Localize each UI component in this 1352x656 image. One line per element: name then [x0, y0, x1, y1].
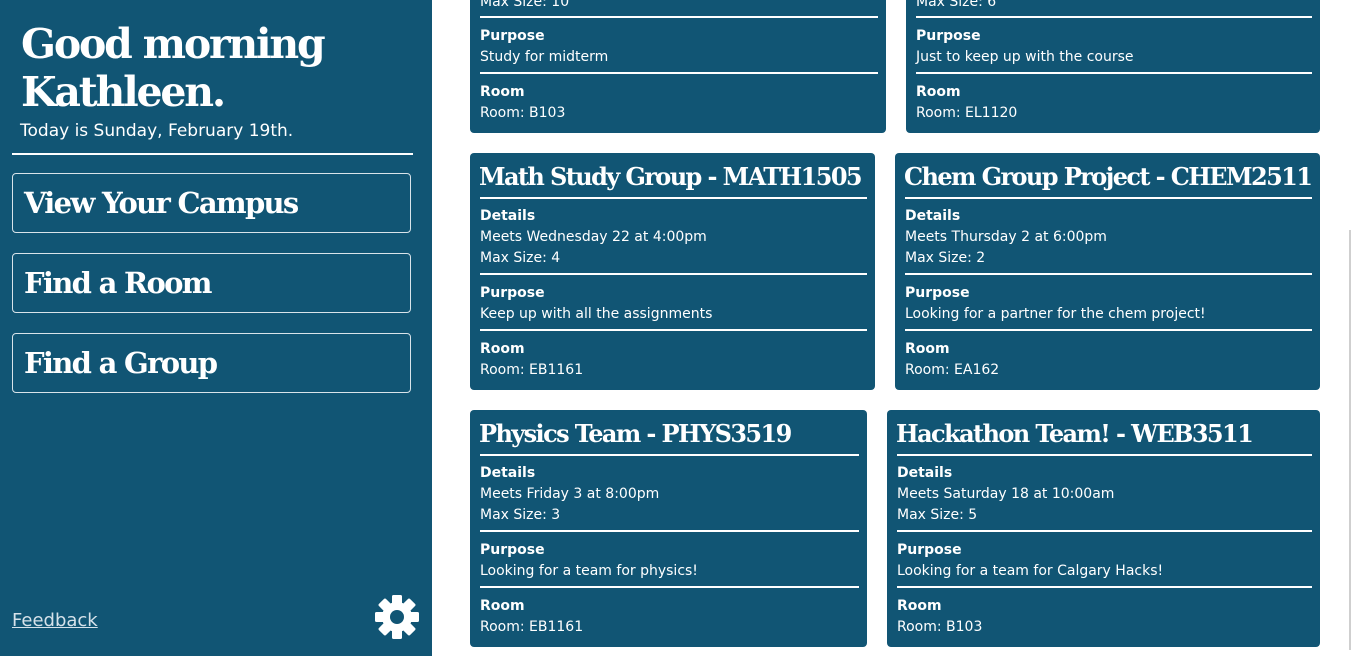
- room-label: Room: [480, 598, 525, 614]
- purpose-label: Purpose: [916, 28, 981, 44]
- card-divider: [905, 273, 1312, 275]
- card-divider: [897, 586, 1312, 588]
- card-max-size: Max Size: 2: [905, 250, 986, 266]
- room-label: Room: [905, 341, 950, 357]
- purpose-label: Purpose: [480, 285, 545, 301]
- card-max-size: Max Size: 6: [916, 0, 997, 10]
- card-purpose: Keep up with all the assignments: [480, 306, 713, 322]
- card-divider: [897, 530, 1312, 532]
- card-meets: Meets Saturday 18 at 10:00am: [897, 486, 1115, 502]
- card-divider: [480, 530, 859, 532]
- card-divider: [480, 197, 867, 199]
- view-campus-label: View Your Campus: [24, 186, 299, 220]
- card-divider: [916, 72, 1312, 74]
- group-card[interactable]: Max Size: 10 Purpose Study for midterm R…: [470, 0, 886, 133]
- card-room: Room: EB1161: [480, 362, 584, 378]
- find-group-button[interactable]: Find a Group: [12, 333, 411, 393]
- purpose-label: Purpose: [480, 542, 545, 558]
- group-card-math[interactable]: Math Study Group - MATH1505 Details Meet…: [470, 153, 875, 390]
- room-label: Room: [916, 84, 961, 100]
- card-divider: [897, 454, 1312, 456]
- details-label: Details: [905, 208, 961, 224]
- scrollbar-thumb[interactable]: [1349, 230, 1351, 650]
- details-label: Details: [480, 465, 536, 481]
- purpose-label: Purpose: [897, 542, 962, 558]
- card-divider: [480, 586, 859, 588]
- purpose-label: Purpose: [480, 28, 545, 44]
- sidebar: Good morning Kathleen. Today is Sunday, …: [0, 0, 432, 656]
- card-purpose: Looking for a team for Calgary Hacks!: [897, 563, 1164, 579]
- group-card[interactable]: Max Size: 6 Purpose Just to keep up with…: [906, 0, 1320, 133]
- room-label: Room: [897, 598, 942, 614]
- group-card-physics[interactable]: Physics Team - PHYS3519 Details Meets Fr…: [470, 410, 867, 647]
- card-room: Room: EA162: [905, 362, 1000, 378]
- card-room: Room: B103: [480, 105, 566, 121]
- card-purpose: Looking for a partner for the chem proje…: [905, 306, 1206, 322]
- greeting-heading: Good morning Kathleen.: [21, 20, 326, 116]
- group-card-hackathon[interactable]: Hackathon Team! - WEB3511 Details Meets …: [887, 410, 1320, 647]
- view-campus-button[interactable]: View Your Campus: [12, 173, 411, 233]
- purpose-label: Purpose: [905, 285, 970, 301]
- card-meets: Meets Friday 3 at 8:00pm: [480, 486, 660, 502]
- room-label: Room: [480, 341, 525, 357]
- card-purpose: Looking for a team for physics!: [480, 563, 698, 579]
- card-divider: [480, 273, 867, 275]
- details-label: Details: [480, 208, 536, 224]
- room-label: Room: [480, 84, 525, 100]
- card-max-size: Max Size: 10: [480, 0, 570, 10]
- card-meets: Meets Thursday 2 at 6:00pm: [905, 229, 1107, 245]
- card-room: Room: EL1120: [916, 105, 1018, 121]
- card-purpose: Just to keep up with the course: [916, 49, 1134, 65]
- card-title: Math Study Group - MATH1505: [479, 162, 863, 191]
- card-divider: [480, 16, 878, 18]
- find-group-label: Find a Group: [24, 346, 218, 380]
- feedback-link[interactable]: Feedback: [12, 609, 98, 633]
- card-divider: [905, 197, 1312, 199]
- gear-icon[interactable]: [373, 593, 421, 641]
- card-max-size: Max Size: 3: [480, 507, 561, 523]
- card-title: Chem Group Project - CHEM2511: [904, 162, 1313, 191]
- find-room-button[interactable]: Find a Room: [12, 253, 411, 313]
- sidebar-divider: [12, 153, 413, 155]
- card-purpose: Study for midterm: [480, 49, 609, 65]
- card-divider: [480, 72, 878, 74]
- card-room: Room: EB1161: [480, 619, 584, 635]
- card-max-size: Max Size: 4: [480, 250, 561, 266]
- details-label: Details: [897, 465, 953, 481]
- card-title: Physics Team - PHYS3519: [479, 419, 792, 448]
- card-title: Hackathon Team! - WEB3511: [896, 419, 1254, 448]
- card-meets: Meets Wednesday 22 at 4:00pm: [480, 229, 707, 245]
- card-divider: [916, 16, 1312, 18]
- date-text: Today is Sunday, February 19th.: [20, 121, 294, 141]
- group-card-chem[interactable]: Chem Group Project - CHEM2511 Details Me…: [895, 153, 1320, 390]
- card-divider: [905, 329, 1312, 331]
- card-room: Room: B103: [897, 619, 983, 635]
- card-divider: [480, 329, 867, 331]
- find-room-label: Find a Room: [24, 266, 212, 300]
- card-divider: [480, 454, 859, 456]
- card-max-size: Max Size: 5: [897, 507, 978, 523]
